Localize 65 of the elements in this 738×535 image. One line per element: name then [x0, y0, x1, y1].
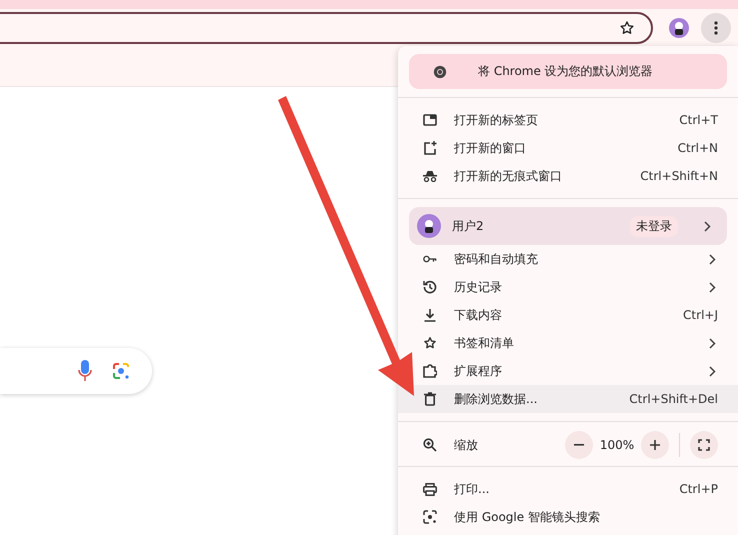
menu-item-label: 使用 Google 智能镜头搜索	[454, 508, 601, 526]
incognito-icon	[423, 170, 437, 182]
keyboard-shortcut: Ctrl+N	[678, 141, 718, 155]
zoom-icon	[423, 438, 437, 452]
profile-row[interactable]: 用户2 未登录	[409, 207, 727, 245]
zoom-in-button[interactable]	[641, 431, 669, 459]
menu-item[interactable]: 打开新的无痕式窗口 Ctrl+Shift+N	[398, 162, 738, 190]
menu-item-label: 打开新的标签页	[454, 112, 539, 128]
menu-item[interactable]: 打开新的标签页 Ctrl+T	[398, 106, 738, 134]
menu-item-label: 书签和清单	[454, 334, 515, 352]
menu-item-label: 历史记录	[454, 278, 503, 296]
minus-icon	[574, 444, 584, 446]
keyboard-shortcut: Ctrl+T	[679, 113, 718, 127]
banner-text: 将 Chrome 设为您的默认浏览器	[478, 63, 654, 80]
menu-item-label: 下载内容	[454, 306, 503, 324]
fullscreen-icon	[698, 439, 710, 451]
camera-lens-icon[interactable]	[112, 362, 130, 380]
menu-item[interactable]: 打开新的窗口 Ctrl+N	[398, 134, 738, 162]
sign-in-status-badge: 未登录	[630, 216, 678, 236]
zoom-level: 100%	[598, 438, 636, 452]
chevron-right-icon	[709, 254, 716, 264]
menu-item-label: 打开新的窗口	[454, 140, 527, 156]
chevron-right-icon	[704, 220, 711, 232]
profile-name: 用户2	[452, 218, 485, 234]
lens-icon	[423, 510, 437, 524]
profile-avatar[interactable]	[669, 18, 689, 38]
history-icon	[423, 280, 437, 294]
menu-item-label: 密码和自动填充	[454, 250, 539, 268]
tab-icon	[423, 114, 437, 126]
trash-icon	[423, 392, 437, 406]
star-icon[interactable]	[619, 20, 635, 36]
more-vertical-icon	[714, 21, 718, 35]
default-browser-banner[interactable]: 将 Chrome 设为您的默认浏览器	[409, 54, 727, 89]
menu-item[interactable]: 密码和自动填充	[398, 245, 738, 273]
star-icon	[423, 336, 437, 350]
menu-item-label: 缩放	[454, 436, 479, 454]
key-icon	[423, 254, 437, 264]
menu-item-label: 打印...	[454, 480, 490, 498]
menu-item-label: 删除浏览数据...	[454, 390, 538, 408]
microphone-icon[interactable]	[78, 360, 92, 382]
menu-item-label: 打开新的无痕式窗口	[454, 168, 563, 184]
keyboard-shortcut: Ctrl+Shift+N	[640, 169, 718, 183]
menu-item[interactable]: 历史记录	[398, 273, 738, 301]
chevron-right-icon	[709, 282, 716, 292]
download-icon	[423, 308, 437, 322]
fullscreen-button[interactable]	[690, 431, 718, 459]
chevron-right-icon	[709, 366, 716, 376]
keyboard-shortcut: Ctrl+Shift+Del	[629, 392, 718, 406]
keyboard-shortcut: Ctrl+J	[683, 308, 718, 322]
chevron-right-icon	[709, 338, 716, 348]
keyboard-shortcut: Ctrl+P	[679, 482, 718, 496]
menu-item[interactable]: 删除浏览数据... Ctrl+Shift+Del	[398, 385, 738, 413]
menu-item[interactable]: 下载内容 Ctrl+J	[398, 301, 738, 329]
profile-avatar	[417, 214, 441, 238]
puzzle-icon	[423, 364, 437, 378]
menu-button[interactable]	[701, 13, 731, 43]
menu-item[interactable]: 书签和清单	[398, 329, 738, 357]
plus-icon	[650, 440, 660, 450]
printer-icon	[423, 482, 437, 496]
menu-item-label: 扩展程序	[454, 362, 503, 380]
address-field[interactable]	[0, 12, 653, 44]
new-window-icon	[423, 141, 437, 155]
menu-item[interactable]: 打印... Ctrl+P	[398, 475, 738, 503]
menu-item[interactable]: 使用 Google 智能镜头搜索	[398, 503, 738, 531]
chrome-logo-icon	[433, 64, 447, 80]
